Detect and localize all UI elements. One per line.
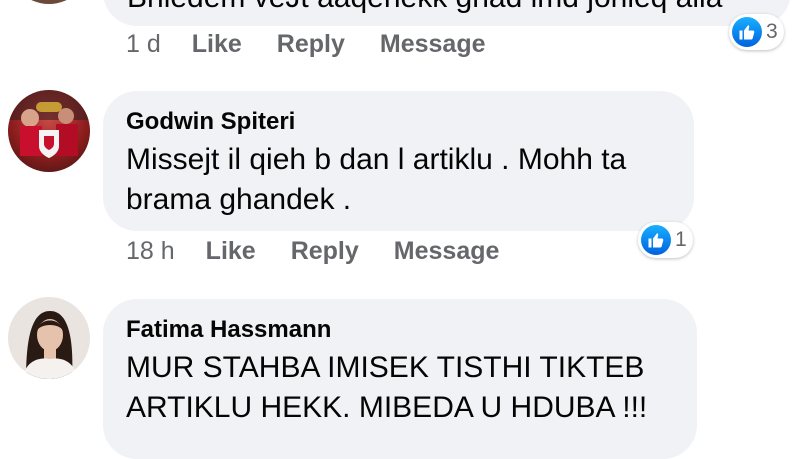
like-button[interactable]: Like — [206, 237, 256, 266]
like-button[interactable]: Like — [192, 30, 242, 59]
comment-text: ARTIKLU HEKK. MIBEDA U HDUBA !!! — [126, 391, 648, 424]
comment-text-clip: Bhiedem veJt aaqenekk ghad imd jonieq ai… — [103, 0, 791, 26]
avatar[interactable] — [8, 297, 90, 379]
comment-actions: 1 d Like Reply Message — [126, 27, 486, 61]
reaction-summary[interactable]: 3 — [729, 14, 784, 50]
comment-text: Missejt il qieh b dan l artiklu . Mohh t… — [126, 143, 627, 176]
comment-actions: 18 h Like Reply Message — [126, 234, 499, 268]
reply-button[interactable]: Reply — [277, 30, 345, 59]
crest-image — [8, 90, 90, 158]
comment-text: Bhiedem veJt aaqenekk ghad imd jonieq ai… — [127, 0, 722, 18]
message-button[interactable]: Message — [394, 237, 500, 266]
avatar[interactable] — [8, 0, 90, 4]
comment-text: MUR STAHBA IMISEK TISTHI TIKTEB — [126, 351, 645, 384]
comment-author[interactable]: Fatima Hassmann — [126, 316, 331, 344]
comment-text: brama ghandek . — [126, 183, 352, 216]
message-button[interactable]: Message — [380, 30, 486, 59]
reaction-count: 1 — [675, 228, 687, 251]
thumbs-up-icon — [732, 17, 762, 47]
reaction-count: 3 — [766, 20, 778, 43]
thumbs-up-icon — [641, 225, 671, 255]
comment-timestamp[interactable]: 18 h — [126, 237, 175, 266]
reply-button[interactable]: Reply — [291, 237, 359, 266]
avatar[interactable] — [8, 90, 90, 172]
comment-author[interactable]: Godwin Spiteri — [126, 108, 295, 136]
comment-timestamp[interactable]: 1 d — [126, 30, 161, 59]
reaction-summary[interactable]: 1 — [638, 222, 693, 258]
profile-photo — [22, 311, 78, 379]
